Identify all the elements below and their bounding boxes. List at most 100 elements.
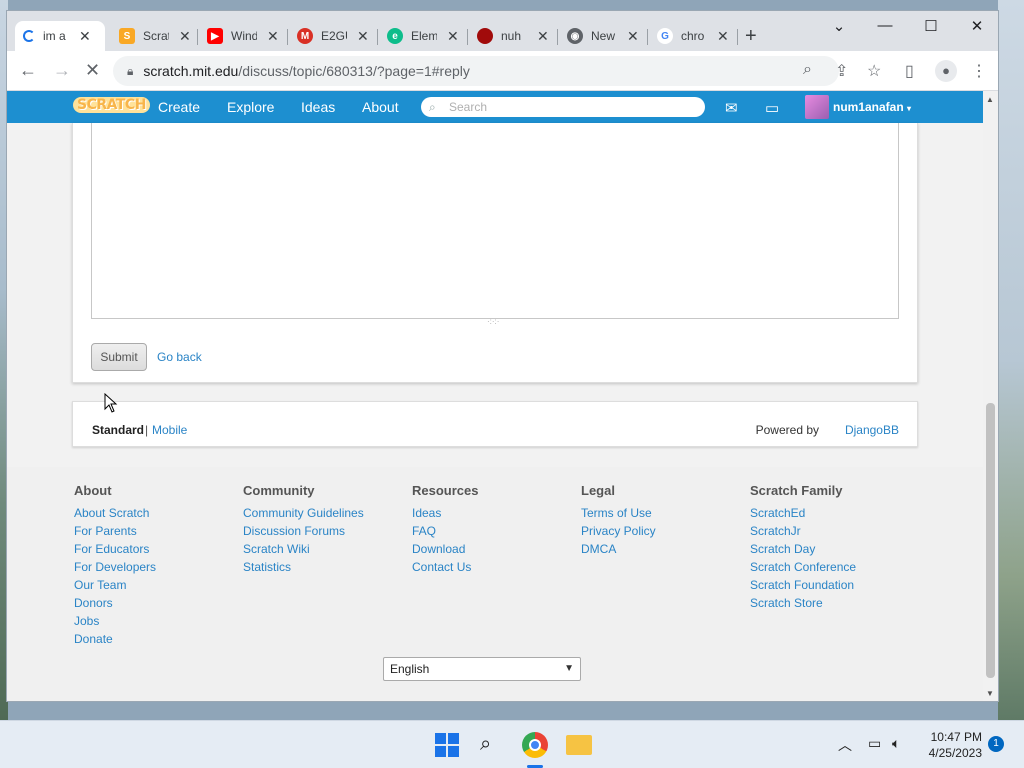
clock[interactable]: 10:47 PM 4/25/2023 [929, 729, 982, 761]
footer-heading: Legal [581, 483, 615, 498]
avatar[interactable] [805, 95, 829, 119]
profile-icon[interactable]: ● [935, 60, 957, 82]
scroll-down-arrow-icon[interactable]: ▼ [986, 689, 994, 698]
tab-3[interactable]: M E2GU ✕ [289, 21, 377, 51]
footer-link[interactable]: ScratchJr [750, 522, 856, 540]
tab-title: Elem [411, 29, 437, 43]
nav-create[interactable]: Create [158, 99, 200, 115]
new-tab-plus-icon[interactable]: + [745, 25, 757, 48]
network-icon[interactable]: ▭ [868, 735, 881, 752]
close-icon[interactable]: ✕ [79, 28, 91, 45]
bookmark-star-icon[interactable]: ☆ [867, 61, 881, 81]
language-select[interactable]: English ▼ [383, 657, 581, 681]
tab-separator [197, 29, 198, 45]
tab-4[interactable]: e Elem ✕ [379, 21, 467, 51]
footer-link[interactable]: For Educators [74, 540, 156, 558]
reply-textarea[interactable] [91, 123, 899, 319]
chrome-icon: ◉ [567, 28, 583, 44]
tab-6[interactable]: ◉ New ✕ [559, 21, 647, 51]
nav-ideas[interactable]: Ideas [301, 99, 335, 115]
scratch-logo[interactable]: SCRATCH [73, 97, 150, 113]
file-explorer-icon[interactable] [566, 735, 592, 755]
resize-grip-icon[interactable]: ·:·:· [487, 317, 499, 326]
footer-link[interactable]: ScratchEd [750, 504, 856, 522]
footer-link[interactable]: For Developers [74, 558, 156, 576]
footer-link[interactable]: Scratch Conference [750, 558, 856, 576]
footer-link[interactable]: Scratch Foundation [750, 576, 856, 594]
close-icon[interactable]: ✕ [447, 28, 459, 45]
close-icon[interactable]: ✕ [357, 28, 369, 45]
footer-link[interactable]: DMCA [581, 540, 656, 558]
close-icon[interactable]: ✕ [537, 28, 549, 45]
scratch-search-input[interactable]: ⌕ Search [421, 97, 705, 117]
footer-link[interactable]: Download [412, 540, 478, 558]
forward-arrow-icon[interactable]: → [53, 60, 71, 81]
my-stuff-folder-icon[interactable]: ▭ [765, 99, 779, 117]
footer-link[interactable]: Privacy Policy [581, 522, 656, 540]
powered-by-label: Powered by [755, 423, 819, 437]
tab-5[interactable]: nuh ✕ [469, 21, 557, 51]
tab-title: Scrat [143, 29, 169, 43]
zoom-icon[interactable]: ⌕ [803, 61, 812, 79]
share-icon[interactable]: ⇪ [835, 61, 848, 81]
footer-link[interactable]: Donors [74, 594, 156, 612]
footer-link[interactable]: Our Team [74, 576, 156, 594]
chrome-taskbar-icon[interactable] [522, 732, 548, 758]
close-icon[interactable]: ✕ [717, 28, 729, 45]
close-icon[interactable]: ✕ [627, 28, 639, 45]
footer-link[interactable]: Contact Us [412, 558, 478, 576]
mobile-view-link[interactable]: Mobile [152, 423, 187, 437]
footer-link[interactable]: Donate [74, 630, 156, 648]
tab-1[interactable]: S Scrat ✕ [111, 21, 199, 51]
footer-link[interactable]: For Parents [74, 522, 156, 540]
footer-link[interactable]: Statistics [243, 558, 364, 576]
footer-link[interactable]: FAQ [412, 522, 478, 540]
browser-window: im a ✕ S Scrat ✕ ▶ Wind ✕ M E2GU ✕ e Ele… [6, 10, 999, 702]
footer-link[interactable]: Discussion Forums [243, 522, 364, 540]
close-icon[interactable]: ✕ [179, 28, 191, 45]
search-icon[interactable]: ⌕ [480, 733, 491, 756]
tab-search-chevron-icon[interactable]: ⌄ [819, 17, 859, 35]
nav-about[interactable]: About [362, 99, 399, 115]
tab-2[interactable]: ▶ Wind ✕ [199, 21, 287, 51]
submit-button[interactable]: Submit [91, 343, 147, 371]
stop-loading-icon[interactable]: ✕ [85, 60, 100, 81]
footer-link[interactable]: About Scratch [74, 504, 156, 522]
go-back-link[interactable]: Go back [157, 350, 202, 364]
tab-0[interactable]: im a ✕ [15, 21, 105, 51]
web-page: SCRATCH Create Explore Ideas About ⌕ Sea… [7, 91, 985, 701]
footer-link[interactable]: Scratch Day [750, 540, 856, 558]
footer-link[interactable]: Community Guidelines [243, 504, 364, 522]
footer-link[interactable]: Ideas [412, 504, 478, 522]
footer-link[interactable]: Scratch Store [750, 594, 856, 612]
tray-chevron-up-icon[interactable]: ︿ [838, 735, 852, 755]
search-placeholder: Search [449, 100, 488, 114]
footer-link[interactable]: Terms of Use [581, 504, 656, 522]
address-bar[interactable]: 🔒︎ scratch.mit.edu/discuss/topic/680313/… [113, 56, 839, 86]
volume-icon[interactable]: 🔈︎ [892, 735, 900, 752]
back-arrow-icon[interactable]: ← [19, 60, 37, 81]
footer-heading: Scratch Family [750, 483, 843, 498]
minimize-icon[interactable]: — [865, 17, 905, 34]
footer-link[interactable]: Scratch Wiki [243, 540, 364, 558]
start-windows-icon[interactable] [435, 733, 459, 757]
username-dropdown[interactable]: num1anafan ▾ [833, 100, 911, 114]
close-icon[interactable]: ✕ [267, 28, 279, 45]
reply-form: ·:·:· Submit Go back [72, 123, 918, 383]
side-panel-icon[interactable]: ▯ [905, 61, 914, 81]
scrollbar-thumb[interactable] [986, 403, 995, 678]
notification-badge[interactable]: 1 [988, 736, 1004, 752]
footer-link[interactable]: Jobs [74, 612, 156, 630]
messages-envelope-icon[interactable]: ✉ [725, 99, 738, 117]
page-scrollbar[interactable]: ▲ ▼ [983, 91, 998, 701]
tab-separator [467, 29, 468, 45]
menu-kebab-icon[interactable]: ⋮ [971, 61, 987, 81]
scroll-up-arrow-icon[interactable]: ▲ [986, 95, 994, 104]
maximize-icon[interactable]: ☐ [911, 17, 951, 35]
window-close-icon[interactable]: ✕ [957, 17, 997, 35]
footer-heading: About [74, 483, 112, 498]
djangobb-link[interactable]: DjangoBB [845, 423, 899, 437]
nav-explore[interactable]: Explore [227, 99, 274, 115]
tab-7[interactable]: G chro ✕ [649, 21, 737, 51]
caret-down-icon: ▾ [907, 104, 912, 113]
